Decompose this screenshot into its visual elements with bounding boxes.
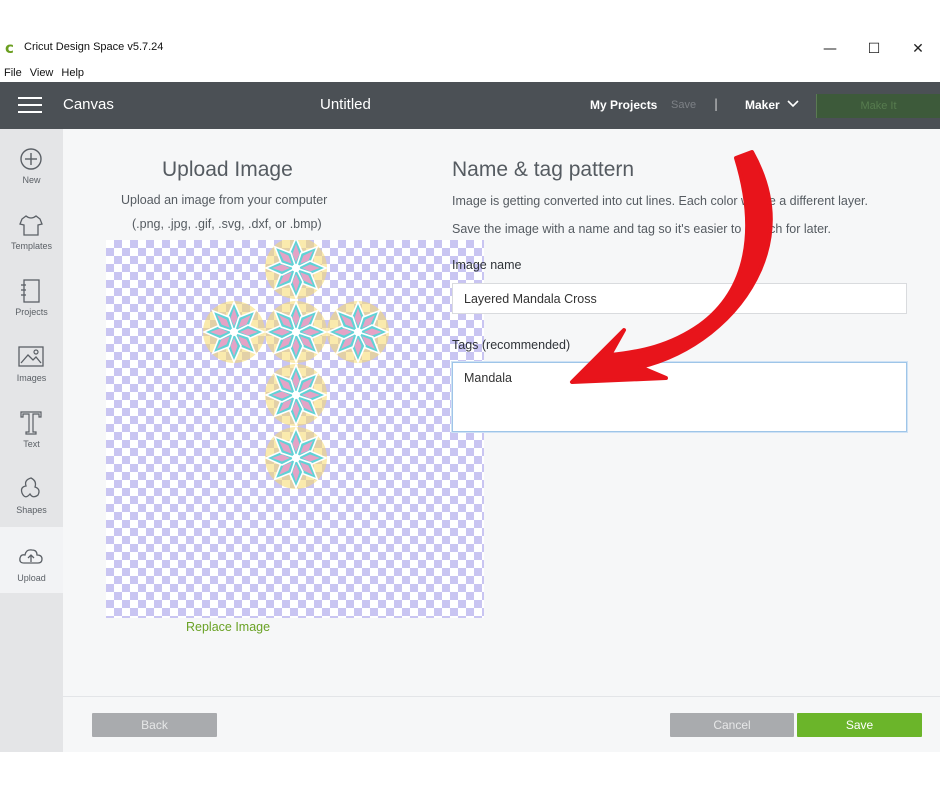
- sidebar-item-projects[interactable]: Projects: [0, 261, 63, 327]
- header-separator: |: [714, 97, 719, 111]
- hamburger-menu-icon[interactable]: [18, 97, 42, 115]
- sidebar-label-images: Images: [16, 373, 47, 383]
- image-name-label: Image name: [452, 258, 522, 272]
- cricut-logo-icon: c: [5, 39, 14, 57]
- window-titlebar: c Cricut Design Space v5.7.24 — ☐ ✕: [0, 36, 940, 62]
- tags-input[interactable]: Mandala: [452, 362, 907, 432]
- cloud-upload-icon: [19, 549, 43, 564]
- maximize-button[interactable]: ☐: [852, 36, 896, 62]
- machine-selector[interactable]: Maker: [745, 98, 780, 112]
- plus-circle-icon: [20, 148, 42, 170]
- upload-image-title: Upload Image: [162, 158, 293, 181]
- mandala-cross-image: [106, 240, 484, 618]
- shapes-icon: [20, 477, 40, 498]
- sidebar-label-text: Text: [23, 439, 40, 449]
- sidebar-label-shapes: Shapes: [16, 505, 47, 515]
- sidebar-item-templates[interactable]: Templates: [0, 195, 63, 261]
- menu-help[interactable]: Help: [57, 64, 88, 82]
- tags-label: Tags (recommended): [452, 338, 571, 352]
- chevron-down-icon[interactable]: [786, 96, 800, 110]
- my-projects-link[interactable]: My Projects: [590, 98, 657, 112]
- cancel-button[interactable]: Cancel: [670, 713, 794, 737]
- image-name-input[interactable]: Layered Mandala Cross: [452, 283, 907, 314]
- window-controls: — ☐ ✕: [808, 36, 940, 62]
- upload-description: Upload an image from your computer: [121, 193, 328, 207]
- make-it-button[interactable]: Make It: [816, 94, 940, 118]
- name-tag-title: Name & tag pattern: [452, 158, 635, 181]
- menu-view[interactable]: View: [26, 64, 58, 82]
- sidebar-item-new[interactable]: New: [0, 129, 63, 195]
- upload-file-types: (.png, .jpg, .gif, .svg, .dxf, or .bmp): [132, 217, 322, 231]
- save-description: Save the image with a name and tag so it…: [452, 222, 831, 236]
- sidebar-label-upload: Upload: [17, 573, 46, 583]
- sidebar-label-new: New: [22, 175, 41, 185]
- document-title: Untitled: [320, 96, 371, 113]
- sidebar-label-projects: Projects: [15, 307, 48, 317]
- minimize-button[interactable]: —: [808, 36, 852, 62]
- conversion-description: Image is getting converted into cut line…: [452, 194, 868, 208]
- app-title: Cricut Design Space v5.7.24: [24, 41, 164, 53]
- sidebar-label-templates: Templates: [10, 241, 53, 251]
- notebook-icon: [21, 279, 40, 303]
- menu-bar: File View Help: [0, 64, 88, 82]
- close-button[interactable]: ✕: [896, 36, 940, 62]
- sidebar-item-shapes[interactable]: Shapes: [0, 459, 63, 525]
- app-header: Canvas Untitled My Projects Save | Maker…: [0, 82, 940, 129]
- save-button[interactable]: Save: [797, 713, 922, 737]
- image-preview: [106, 240, 484, 618]
- sidebar-item-images[interactable]: Images: [0, 327, 63, 393]
- menu-file[interactable]: File: [0, 64, 26, 82]
- replace-image-link[interactable]: Replace Image: [186, 620, 270, 634]
- text-icon: [20, 411, 42, 435]
- sidebar-item-upload[interactable]: Upload: [0, 527, 63, 593]
- footer-divider: [63, 696, 940, 697]
- header-save-link[interactable]: Save: [671, 99, 696, 111]
- canvas-label: Canvas: [63, 96, 114, 113]
- sidebar-item-text[interactable]: Text: [0, 393, 63, 459]
- image-icon: [18, 346, 44, 367]
- back-button[interactable]: Back: [92, 713, 217, 737]
- shirt-icon: [19, 215, 43, 236]
- left-sidebar: New Templates Projects Images Text Shape…: [0, 129, 63, 752]
